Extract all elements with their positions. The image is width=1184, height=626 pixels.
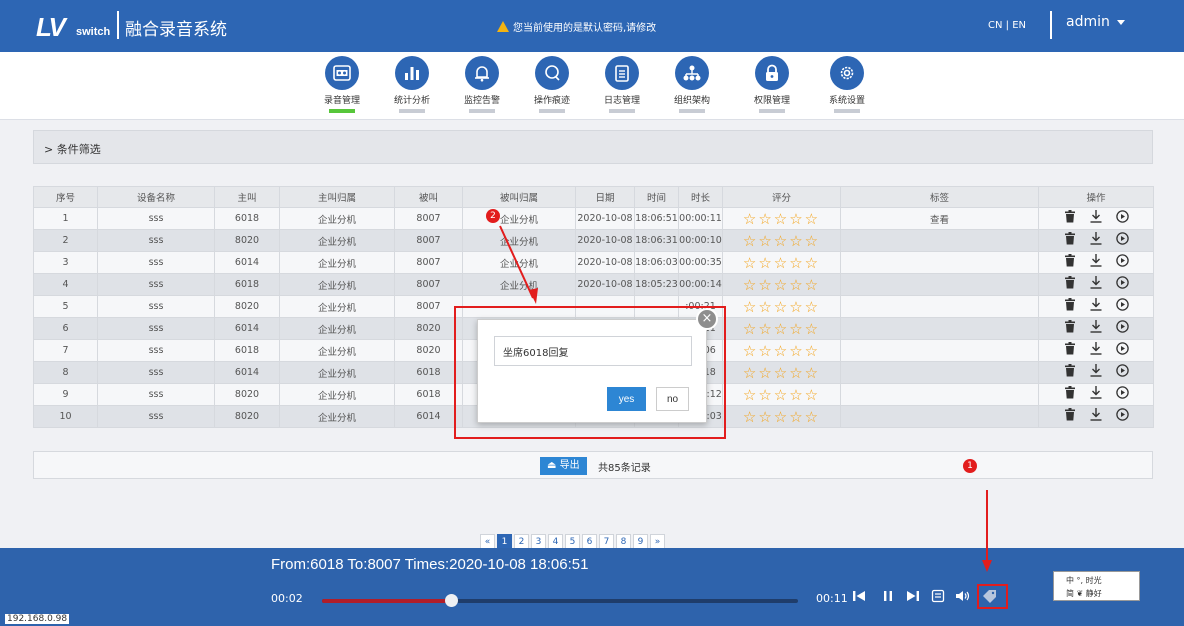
annotation-arrows — [499, 225, 992, 572]
tag-input[interactable] — [494, 336, 692, 366]
app-root: LV switch 融合录音系统 您当前使用的是默认密码,请修改 CN | EN… — [0, 0, 1184, 626]
arrow-line — [499, 225, 534, 299]
annotation-badge-2: 2 — [486, 209, 500, 223]
no-button[interactable]: no — [656, 387, 689, 411]
tag-dialog: yes no — [477, 319, 707, 423]
annotation-badge-1: 1 — [963, 459, 977, 473]
yes-button[interactable]: yes — [607, 387, 646, 411]
close-icon[interactable]: × — [696, 308, 718, 330]
arrow-head — [982, 560, 992, 572]
arrow-head — [529, 288, 538, 304]
